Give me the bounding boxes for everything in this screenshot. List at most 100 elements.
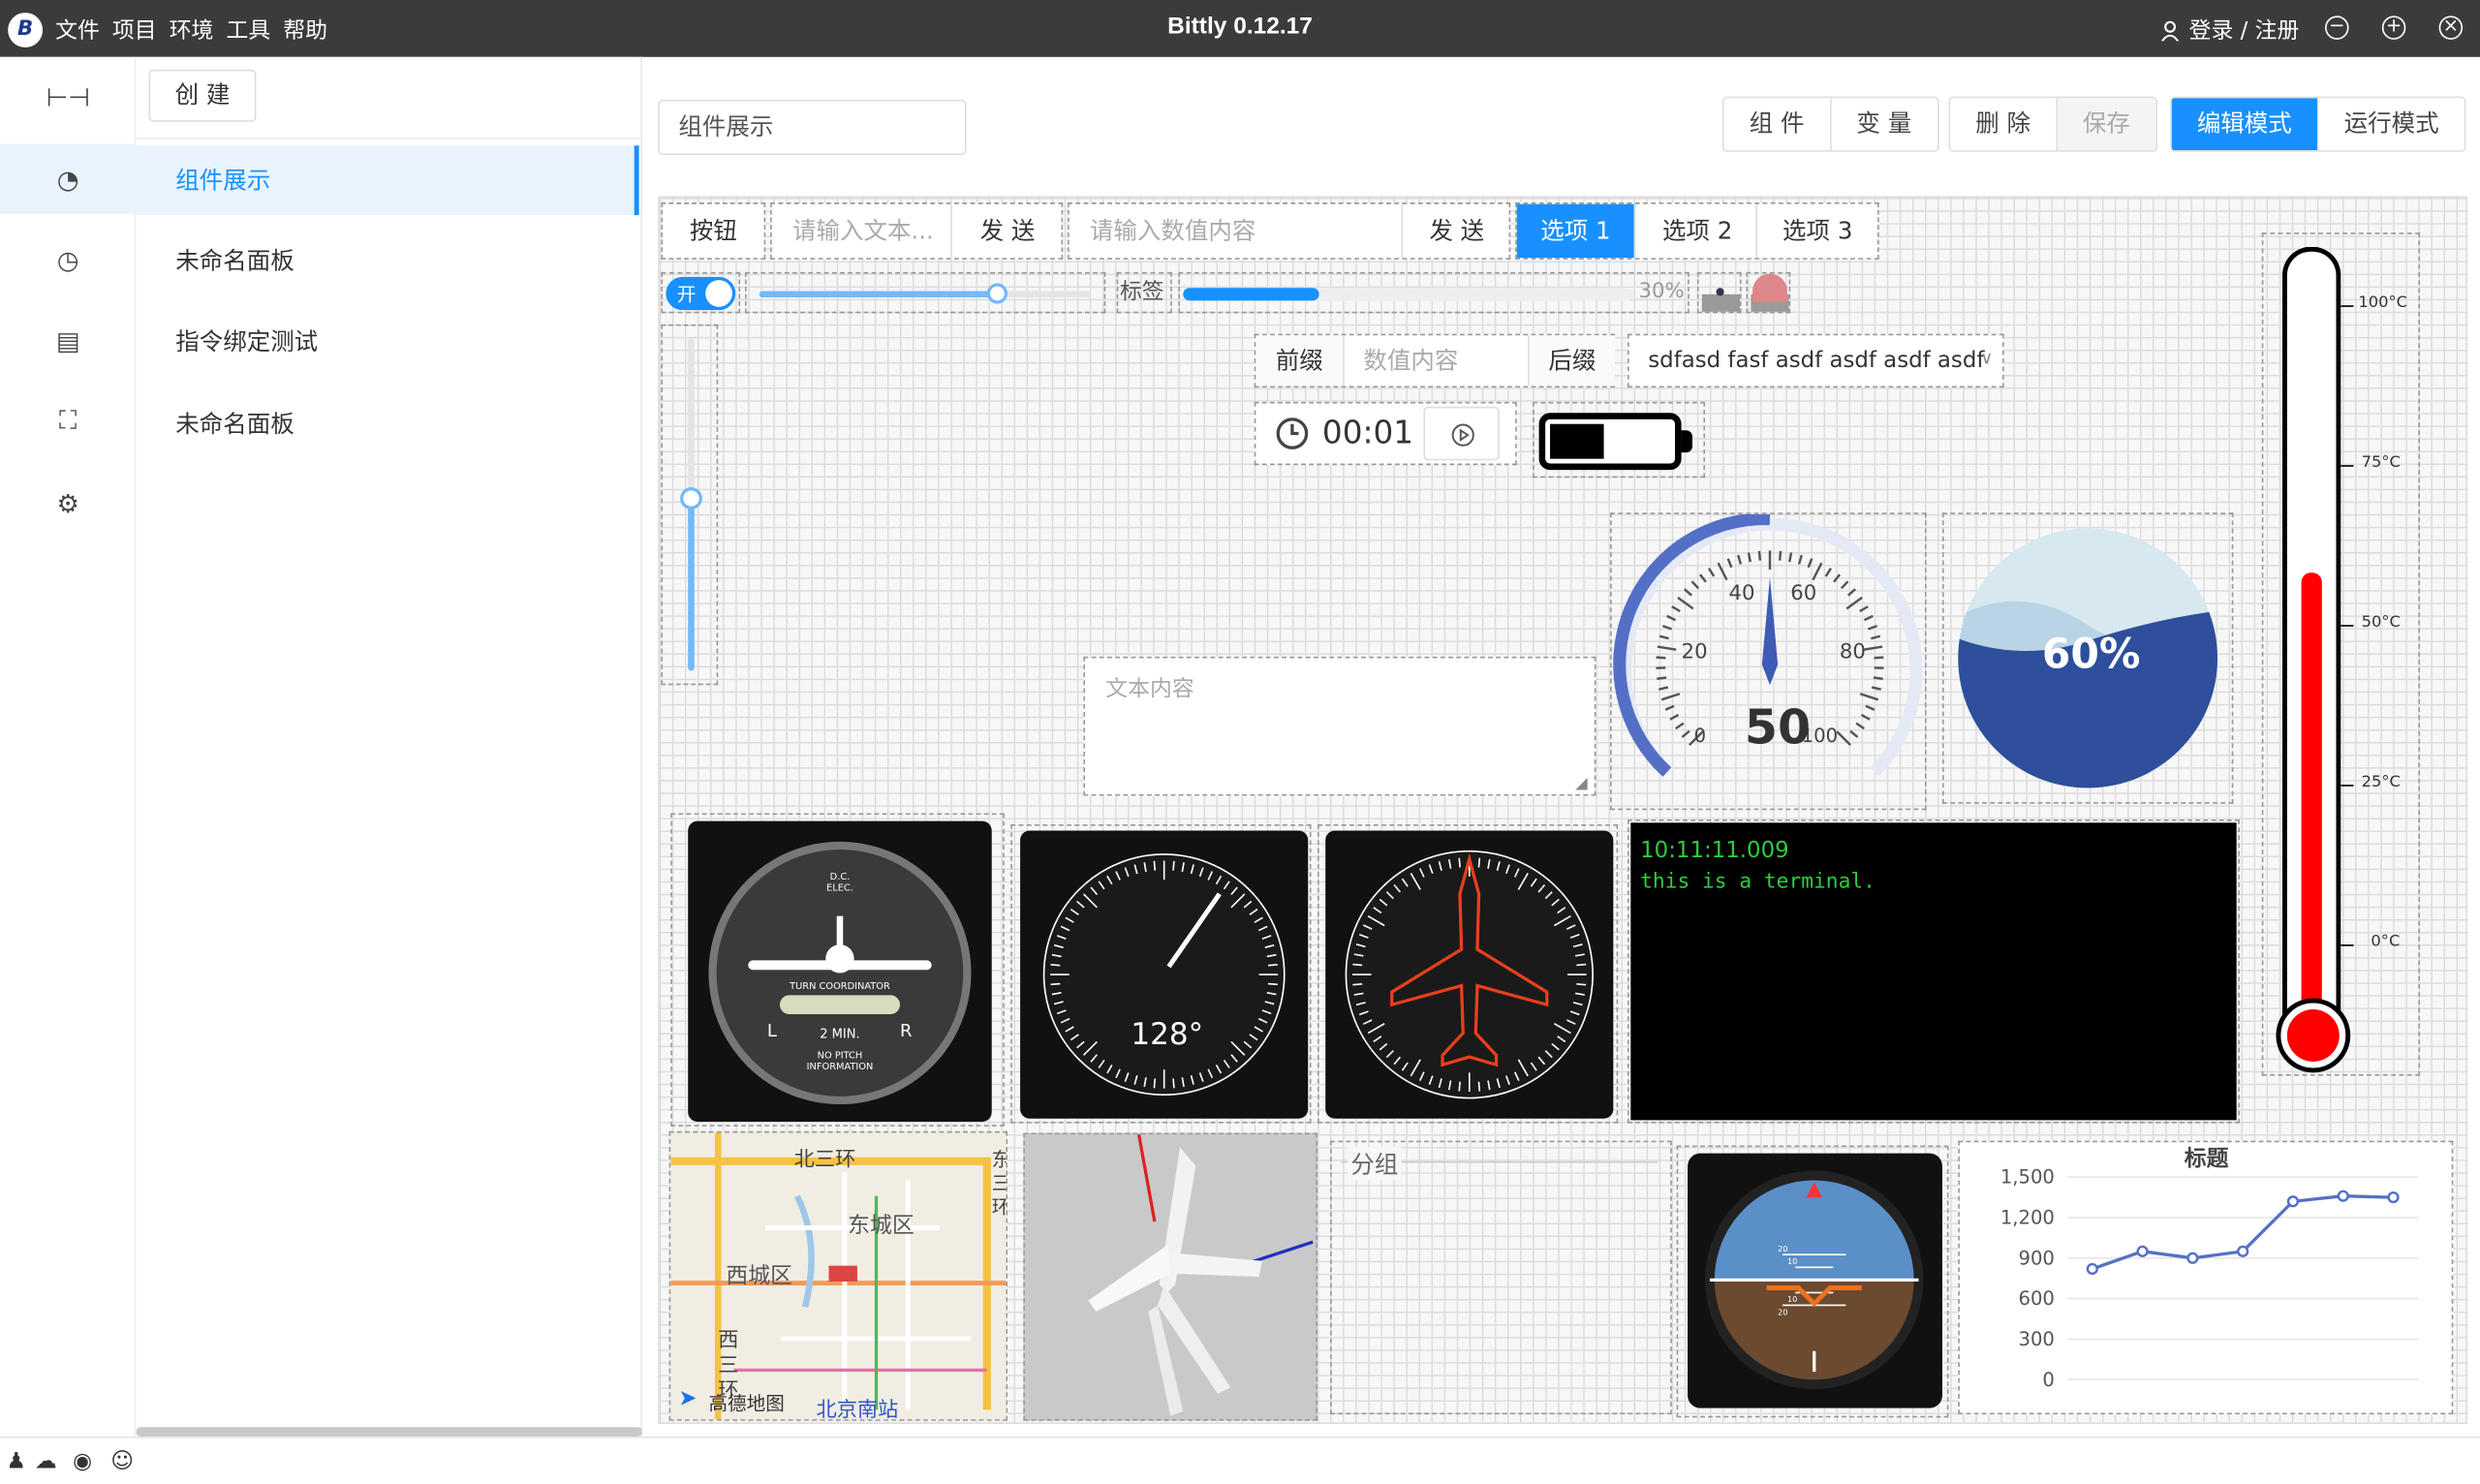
gauge-tick-label: 80 (1839, 640, 1866, 665)
sidebar-item-unnamed-2[interactable]: 未命名面板 (136, 389, 638, 459)
airplane-model (1088, 1133, 1314, 1416)
select-widget: sdfasd fasf asdf asdf asdf asdf ∨ (1628, 333, 2004, 388)
gauge-tick (1666, 614, 1677, 622)
tc-elec: ELEC. (826, 882, 853, 894)
sidebar-item-components[interactable]: 组件展示 (136, 145, 639, 216)
gauge-tick (1812, 562, 1823, 581)
gauge-tick (1707, 568, 1716, 577)
chart-point (2337, 1190, 2349, 1202)
gauge-tick (1824, 568, 1833, 577)
led-widget-2 (1746, 271, 1791, 314)
components-button[interactable]: 组 件 (1723, 98, 1832, 151)
chart-y-tick-label: 1,200 (2000, 1207, 2055, 1229)
vslider-handle[interactable] (680, 486, 702, 510)
battery-body (1538, 413, 1682, 471)
value-input[interactable]: 数值内容 (1345, 335, 1528, 386)
gauge-tick (1840, 580, 1849, 590)
close-icon[interactable]: × (2438, 15, 2464, 40)
chart-y-tick-label: 300 (2019, 1328, 2055, 1350)
heading-dial: 128° (1020, 830, 1309, 1119)
expand-icon[interactable]: ⊢⊣ (0, 62, 136, 132)
save-button[interactable]: 保存 (2057, 98, 2156, 151)
gauge-tick (1684, 588, 1692, 597)
compass-dial (1325, 830, 1614, 1119)
line-chart: 标题 1,500 1,200 900 600 300 0 (2000, 1147, 2419, 1391)
map-label: 西城区 (726, 1264, 792, 1290)
timer-play-button[interactable] (1423, 406, 1500, 461)
gauge-tick (1656, 656, 1666, 660)
delete-save-group: 删 除 保存 (1948, 96, 2157, 152)
history-icon[interactable]: ◷ (0, 225, 136, 294)
hslider-handle[interactable] (987, 283, 1008, 304)
number-input[interactable]: 请输入数值内容 (1070, 203, 1404, 259)
gauge-tick (1726, 558, 1733, 569)
dial-tick (1458, 1081, 1461, 1092)
gauge-tick (1863, 645, 1883, 651)
pitch-mark: 20 (1778, 1245, 1788, 1255)
model-3d-widget[interactable] (1023, 1132, 1318, 1421)
delete-button[interactable]: 删 除 (1950, 98, 2058, 151)
gear-icon[interactable]: ⚙ (0, 468, 136, 538)
network-icon[interactable]: ⛶ (0, 386, 136, 456)
gauge-tick-label: 60 (1790, 582, 1817, 606)
wechat-icon[interactable]: ☁ (35, 1449, 57, 1474)
dial-tick (1153, 860, 1157, 871)
led-indicator (1716, 288, 1724, 296)
run-mode-button[interactable]: 运行模式 (2318, 98, 2464, 151)
option-3[interactable]: 选项 3 (1758, 203, 1876, 259)
qq-icon[interactable]: ♟ (7, 1449, 27, 1474)
send-number-button[interactable]: 发 送 (1403, 204, 1510, 259)
resize-handle[interactable]: ◢ (1575, 775, 1588, 792)
map-label: 北三环 (793, 1148, 856, 1173)
sidebar-item-unnamed-1[interactable]: 未命名面板 (136, 227, 638, 296)
text-input[interactable]: 请输入文本... (772, 203, 952, 259)
switch-toggle[interactable]: 开 (666, 276, 736, 311)
gauge-tick (1757, 550, 1762, 561)
dashboard-icon[interactable]: ◔ (0, 143, 137, 214)
tc-np1: NO PITCH (817, 1050, 863, 1062)
select-box[interactable]: sdfasd fasf asdf asdf asdf asdf (1629, 335, 1994, 386)
heading-value: 128° (1131, 1017, 1204, 1053)
chat-icon[interactable]: ☺ (110, 1449, 134, 1474)
radio-group-widget: 选项 1 选项 2 选项 3 (1515, 202, 1879, 260)
sidebar-scrollbar[interactable] (136, 1427, 642, 1438)
thermometer-bulb (2276, 998, 2351, 1073)
sidebar-item-binding-test[interactable]: 指令绑定测试 (136, 307, 638, 377)
map-widget[interactable]: 北三环 东城区 西城区 西 三 环 东 三 环 高德地图 北京南站 ➤ (668, 1130, 1008, 1421)
gauge-tick (1859, 605, 1869, 613)
gauge-dial (1613, 512, 1923, 777)
textarea-widget: 文本内容 ◢ (1083, 656, 1596, 796)
gauge-widget: 0 20 40 60 80 100 50 (1610, 512, 1927, 811)
maximize-icon[interactable]: + (2381, 15, 2406, 40)
option-1[interactable]: 选项 1 (1516, 203, 1636, 259)
create-button[interactable]: 创 建 (148, 69, 257, 122)
edit-mode-button[interactable]: 编辑模式 (2171, 98, 2319, 151)
hslider-fill (759, 291, 999, 298)
minimize-icon[interactable]: − (2325, 15, 2349, 40)
tc-np2: INFORMATION (806, 1061, 874, 1073)
github-icon[interactable]: ◉ (73, 1449, 92, 1474)
dial-tick (1172, 1078, 1175, 1089)
panel-name-input[interactable]: 组件展示 (658, 99, 967, 156)
gauge-tick (1833, 573, 1842, 583)
panel-sidebar: 创 建 组件展示 未命名面板 指令绑定测试 未命名面板 (136, 56, 642, 1438)
location-arrow-icon[interactable]: ➤ (678, 1386, 697, 1411)
text-send-widget: 请输入文本... 发 送 (770, 202, 1064, 260)
compass-widget (1318, 823, 1619, 1124)
attitude-dial: 20 10 10 20 (1688, 1153, 1942, 1408)
variables-button[interactable]: 变 量 (1831, 98, 1938, 151)
option-2[interactable]: 选项 2 (1638, 203, 1758, 259)
terminal-widget: 10:11:11.009 this is a terminal. (1628, 819, 2240, 1124)
textarea-input[interactable]: 文本内容 (1105, 672, 1194, 704)
dial-tick (1477, 1081, 1481, 1092)
gauge-tick (1675, 722, 1685, 730)
gauge-tick (1681, 729, 1690, 738)
send-text-button[interactable]: 发 送 (952, 204, 1063, 259)
terminal-screen[interactable]: 10:11:11.009 this is a terminal. (1630, 822, 2237, 1121)
led-base (1701, 294, 1740, 312)
switch-widget: 开 (661, 271, 741, 314)
widget-button[interactable]: 按钮 (663, 204, 763, 259)
book-icon[interactable]: ▤ (0, 305, 136, 375)
login-link[interactable]: 登录 / 注册 (2160, 15, 2299, 46)
chart-y-tick-label: 0 (2042, 1369, 2054, 1391)
